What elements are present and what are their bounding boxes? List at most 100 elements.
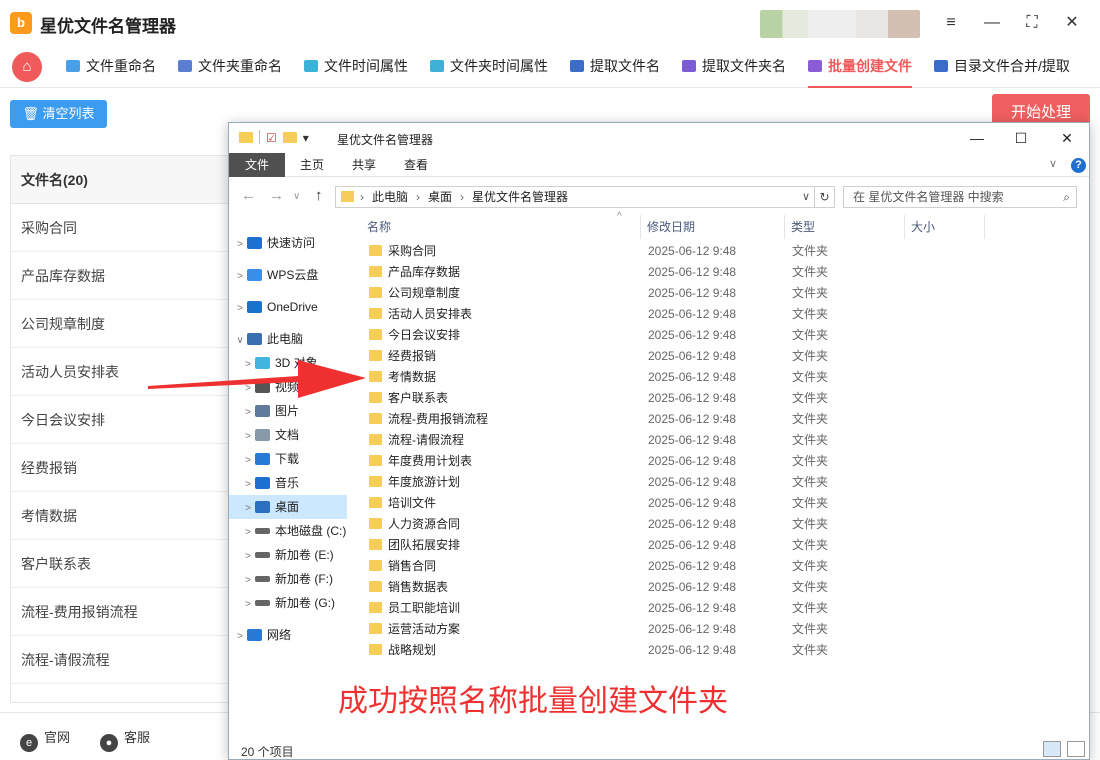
quick-access-toolbar: ☑ ▾ (239, 130, 309, 145)
column-type[interactable]: 类型 (785, 215, 905, 239)
dropdown-icon[interactable]: ▾ (303, 131, 309, 145)
list-item[interactable]: 年度旅游计划 2025-06-12 9:48 文件夹 (349, 472, 1089, 493)
breadcrumb-this-pc[interactable]: 此电脑 (372, 190, 408, 204)
explorer-maximize-icon[interactable]: ☐ (1011, 128, 1031, 148)
tab-extract-filename[interactable]: 提取文件名 (570, 56, 660, 78)
nav-music[interactable]: > 音乐 (229, 471, 347, 495)
explorer-close-icon[interactable]: ✕ (1057, 128, 1077, 148)
nav-drive-f[interactable]: > 新加卷 (F:) (229, 567, 347, 591)
large-icons-view-icon[interactable] (1067, 741, 1085, 757)
up-arrow-icon[interactable]: ↑ (315, 187, 323, 204)
list-item[interactable]: 客户联系表 2025-06-12 9:48 文件夹 (349, 388, 1089, 409)
list-item[interactable]: 人力资源合同 2025-06-12 9:48 文件夹 (349, 514, 1089, 535)
breadcrumb-current[interactable]: 星优文件名管理器 (472, 190, 568, 204)
file-name: 考情数据 (388, 370, 437, 384)
tab-extract-foldername[interactable]: 提取文件夹名 (682, 56, 786, 78)
tab-folder-time[interactable]: 文件夹时间属性 (430, 56, 548, 78)
table-row[interactable]: 产品库存数据 (11, 252, 239, 300)
list-item[interactable]: 经费报销 2025-06-12 9:48 文件夹 (349, 346, 1089, 367)
list-item[interactable]: 考情数据 2025-06-12 9:48 文件夹 (349, 367, 1089, 388)
tab-file[interactable]: 文件 (229, 153, 285, 177)
table-row[interactable]: 今日会议安排 (11, 396, 239, 444)
folder-icon (369, 350, 382, 361)
list-item[interactable]: 流程-请假流程 2025-06-12 9:48 文件夹 (349, 430, 1089, 451)
list-item[interactable]: 员工职能培训 2025-06-12 9:48 文件夹 (349, 598, 1089, 619)
nav-network[interactable]: > 网络 (229, 623, 347, 647)
list-item[interactable]: 销售数据表 2025-06-12 9:48 文件夹 (349, 577, 1089, 598)
list-item[interactable]: 流程-费用报销流程 2025-06-12 9:48 文件夹 (349, 409, 1089, 430)
file-date: 2025-06-12 9:48 (648, 412, 737, 426)
table-row[interactable]: 公司规章制度 (11, 300, 239, 348)
breadcrumb-desktop[interactable]: 桌面 (428, 190, 452, 204)
nav-wps-cloud[interactable]: > WPS云盘 (229, 263, 347, 287)
forward-arrow-icon[interactable]: → (269, 187, 284, 204)
help-icon[interactable]: ? (1071, 158, 1086, 173)
nav-drive-e[interactable]: > 新加卷 (E:) (229, 543, 347, 567)
new-folder-icon[interactable] (282, 132, 297, 143)
properties-icon[interactable]: ☑ (266, 131, 277, 145)
tab-view[interactable]: 查看 (395, 153, 437, 177)
table-row[interactable]: 经费报销 (11, 444, 239, 492)
column-name[interactable]: 名称 (361, 215, 641, 239)
list-item[interactable]: 年度费用计划表 2025-06-12 9:48 文件夹 (349, 451, 1089, 472)
list-item[interactable]: 销售合同 2025-06-12 9:48 文件夹 (349, 556, 1089, 577)
column-size[interactable]: 大小 (905, 215, 985, 239)
clear-list-button[interactable]: 🗑 清空列表 (10, 100, 107, 128)
list-item[interactable]: 运营活动方案 2025-06-12 9:48 文件夹 (349, 619, 1089, 640)
search-input[interactable]: 在 星优文件名管理器 中搜索 ⌕ (843, 186, 1077, 208)
table-row[interactable]: 客户联系表 (11, 540, 239, 588)
nav-onedrive[interactable]: > OneDrive (229, 295, 347, 319)
explorer-minimize-icon[interactable]: — (967, 128, 987, 148)
list-item[interactable]: 战略规划 2025-06-12 9:48 文件夹 (349, 640, 1089, 661)
list-item[interactable]: 产品库存数据 2025-06-12 9:48 文件夹 (349, 262, 1089, 283)
nav-drive-g[interactable]: > 新加卷 (G:) (229, 591, 347, 615)
file-type: 文件夹 (792, 643, 829, 657)
table-row[interactable]: 考情数据 (11, 492, 239, 540)
chevron-down-icon[interactable]: ∨ (1049, 157, 1057, 170)
address-dropdown-icon[interactable]: ∨ (802, 187, 810, 207)
list-item[interactable]: 团队拓展安排 2025-06-12 9:48 文件夹 (349, 535, 1089, 556)
refresh-icon[interactable]: ↻ (815, 186, 835, 208)
nav-drive-c[interactable]: > 本地磁盘 (C:) (229, 519, 347, 543)
nav-quick-access[interactable]: > 快速访问 (229, 231, 347, 255)
folder-icon (369, 308, 382, 319)
home-icon[interactable]: ⌂ (12, 52, 42, 82)
tab-merge-extract[interactable]: 目录文件合并/提取 (934, 56, 1070, 78)
details-view-icon[interactable] (1043, 741, 1061, 757)
nav-pictures[interactable]: > 图片 (229, 399, 347, 423)
tab-home[interactable]: 主页 (291, 153, 333, 177)
tab-file-rename[interactable]: 文件重命名 (66, 56, 156, 78)
address-input[interactable]: › 此电脑 › 桌面 › 星优文件名管理器 ∨ (335, 186, 815, 208)
minimize-icon[interactable]: — (981, 12, 1003, 34)
user-avatar[interactable] (760, 10, 920, 38)
file-date: 2025-06-12 9:48 (648, 391, 737, 405)
back-arrow-icon[interactable]: ← (241, 187, 256, 204)
recent-dropdown-icon[interactable]: ∨ (293, 191, 300, 202)
service-link[interactable]: ● 客服 (100, 727, 150, 752)
list-item[interactable]: 活动人员安排表 2025-06-12 9:48 文件夹 (349, 304, 1089, 325)
table-row[interactable]: 流程-费用报销流程 (11, 588, 239, 636)
list-item[interactable]: 采购合同 2025-06-12 9:48 文件夹 (349, 241, 1089, 262)
nav-documents[interactable]: > 文档 (229, 423, 347, 447)
column-date[interactable]: 修改日期 (641, 215, 785, 239)
nav-desktop[interactable]: > 桌面 (229, 495, 347, 519)
file-type: 文件夹 (792, 433, 829, 447)
list-item[interactable]: 今日会议安排 2025-06-12 9:48 文件夹 (349, 325, 1089, 346)
close-icon[interactable]: ✕ (1061, 12, 1083, 34)
maximize-icon[interactable]: ⛶ (1021, 12, 1043, 34)
list-item[interactable]: 公司规章制度 2025-06-12 9:48 文件夹 (349, 283, 1089, 304)
file-date: 2025-06-12 9:48 (648, 454, 737, 468)
nav-this-pc[interactable]: ∨ 此电脑 (229, 327, 347, 351)
nav-downloads[interactable]: > 下载 (229, 447, 347, 471)
tab-share[interactable]: 共享 (343, 153, 385, 177)
settings-icon[interactable]: ≡ (940, 12, 962, 34)
tab-file-time[interactable]: 文件时间属性 (304, 56, 408, 78)
website-link[interactable]: e 官网 (20, 727, 70, 752)
tab-batch-create[interactable]: 批量创建文件 (808, 56, 912, 88)
table-row[interactable]: 流程-请假流程 (11, 636, 239, 684)
tab-folder-rename[interactable]: 文件夹重命名 (178, 56, 282, 78)
folder-icon (369, 518, 382, 529)
table-row[interactable]: 采购合同 (11, 204, 239, 252)
file-type: 文件夹 (792, 349, 829, 363)
list-item[interactable]: 培训文件 2025-06-12 9:48 文件夹 (349, 493, 1089, 514)
